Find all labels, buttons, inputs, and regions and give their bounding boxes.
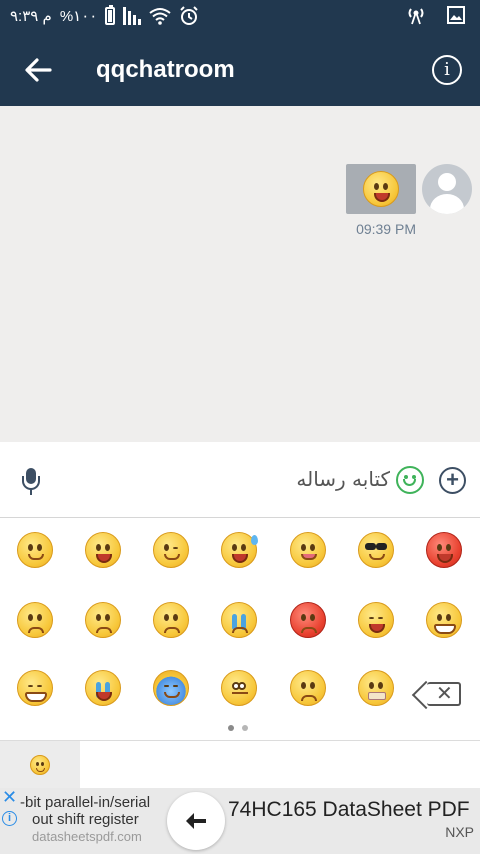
emoji-wink-tongue[interactable]	[153, 532, 189, 568]
emoji-scared[interactable]	[85, 602, 121, 638]
battery-percent: %۱۰۰	[59, 8, 98, 25]
emoji-red-flush[interactable]	[290, 602, 326, 638]
emoji-toggle-icon[interactable]	[396, 466, 424, 494]
ad-info-icon[interactable]: i	[2, 811, 17, 826]
emoji-smirk[interactable]	[17, 670, 53, 706]
emoji-laugh[interactable]	[358, 602, 394, 638]
emoji-angry-red[interactable]	[426, 532, 462, 568]
ad-arrow-button[interactable]	[167, 792, 225, 850]
wifi-icon	[149, 8, 171, 25]
page-indicator	[228, 725, 248, 731]
emoji-hushed[interactable]	[358, 670, 394, 706]
avatar-body-shape	[430, 194, 464, 214]
ad-close-icon[interactable]: ✕	[2, 788, 17, 806]
avatar[interactable]	[422, 164, 472, 214]
emoji-sad[interactable]	[153, 602, 189, 638]
status-time: ۹:۳۹ م	[10, 8, 52, 25]
add-attachment-icon[interactable]: +	[439, 467, 466, 494]
emoji-grin-teeth[interactable]	[426, 602, 462, 638]
emoji-cool[interactable]	[358, 532, 394, 568]
back-arrow-icon[interactable]	[22, 54, 54, 86]
ad-headline[interactable]: 74HC165 DataSheet PDF	[228, 798, 470, 822]
alarm-icon	[180, 6, 199, 25]
emoji-stunned[interactable]	[221, 670, 257, 706]
emoji-panel: ✕	[0, 518, 480, 740]
ad-brand: NXP	[445, 824, 474, 840]
status-left: ۹:۳۹ م %۱۰۰	[10, 5, 199, 26]
page-dot-1	[228, 725, 234, 731]
avatar-head-shape	[438, 173, 456, 191]
smile-emoji-icon	[363, 171, 399, 207]
ad-text-line1: -bit parallel-in/serial	[20, 794, 151, 811]
emoji-crying[interactable]	[221, 602, 257, 638]
ad-text-line2: out shift register	[32, 811, 139, 828]
app-bar: qqchatroom i	[0, 34, 480, 106]
emoji-worried[interactable]	[17, 602, 53, 638]
message-bubble[interactable]	[346, 164, 416, 214]
emoji-smile[interactable]	[17, 532, 53, 568]
emoji-laugh-sweat[interactable]	[221, 532, 258, 568]
composer-bar: +	[0, 442, 480, 518]
sticker-tab-smile[interactable]	[0, 741, 80, 789]
emoji-sleepy[interactable]	[153, 670, 189, 706]
page-dot-2	[242, 725, 248, 731]
emoji-confused[interactable]	[290, 670, 326, 706]
emoji-sob[interactable]	[85, 670, 121, 706]
sticker-tab-bar	[0, 740, 480, 789]
smile-emoji-icon	[30, 755, 50, 775]
microphone-icon[interactable]	[22, 468, 40, 495]
emoji-grin-open[interactable]	[85, 532, 121, 568]
status-right	[404, 5, 466, 25]
hotspot-icon	[408, 8, 424, 25]
message-time: 09:39 PM	[356, 221, 416, 237]
status-bar: ۹:۳۹ م %۱۰۰	[0, 0, 480, 34]
chat-title: qqchatroom	[96, 56, 235, 83]
info-icon[interactable]: i	[432, 55, 462, 85]
backspace-icon[interactable]: ✕	[427, 682, 461, 706]
arrow-left-icon	[186, 813, 206, 829]
ad-url: datasheetspdf.com	[32, 829, 142, 844]
ad-banner[interactable]: ✕ i -bit parallel-in/serial out shift re…	[0, 788, 480, 854]
gallery-icon	[447, 6, 465, 24]
message-input[interactable]	[60, 462, 390, 496]
chat-area[interactable]: 09:39 PM	[0, 106, 480, 442]
battery-icon	[105, 5, 116, 25]
signal-icon	[123, 7, 142, 25]
emoji-tongue[interactable]	[290, 532, 326, 568]
